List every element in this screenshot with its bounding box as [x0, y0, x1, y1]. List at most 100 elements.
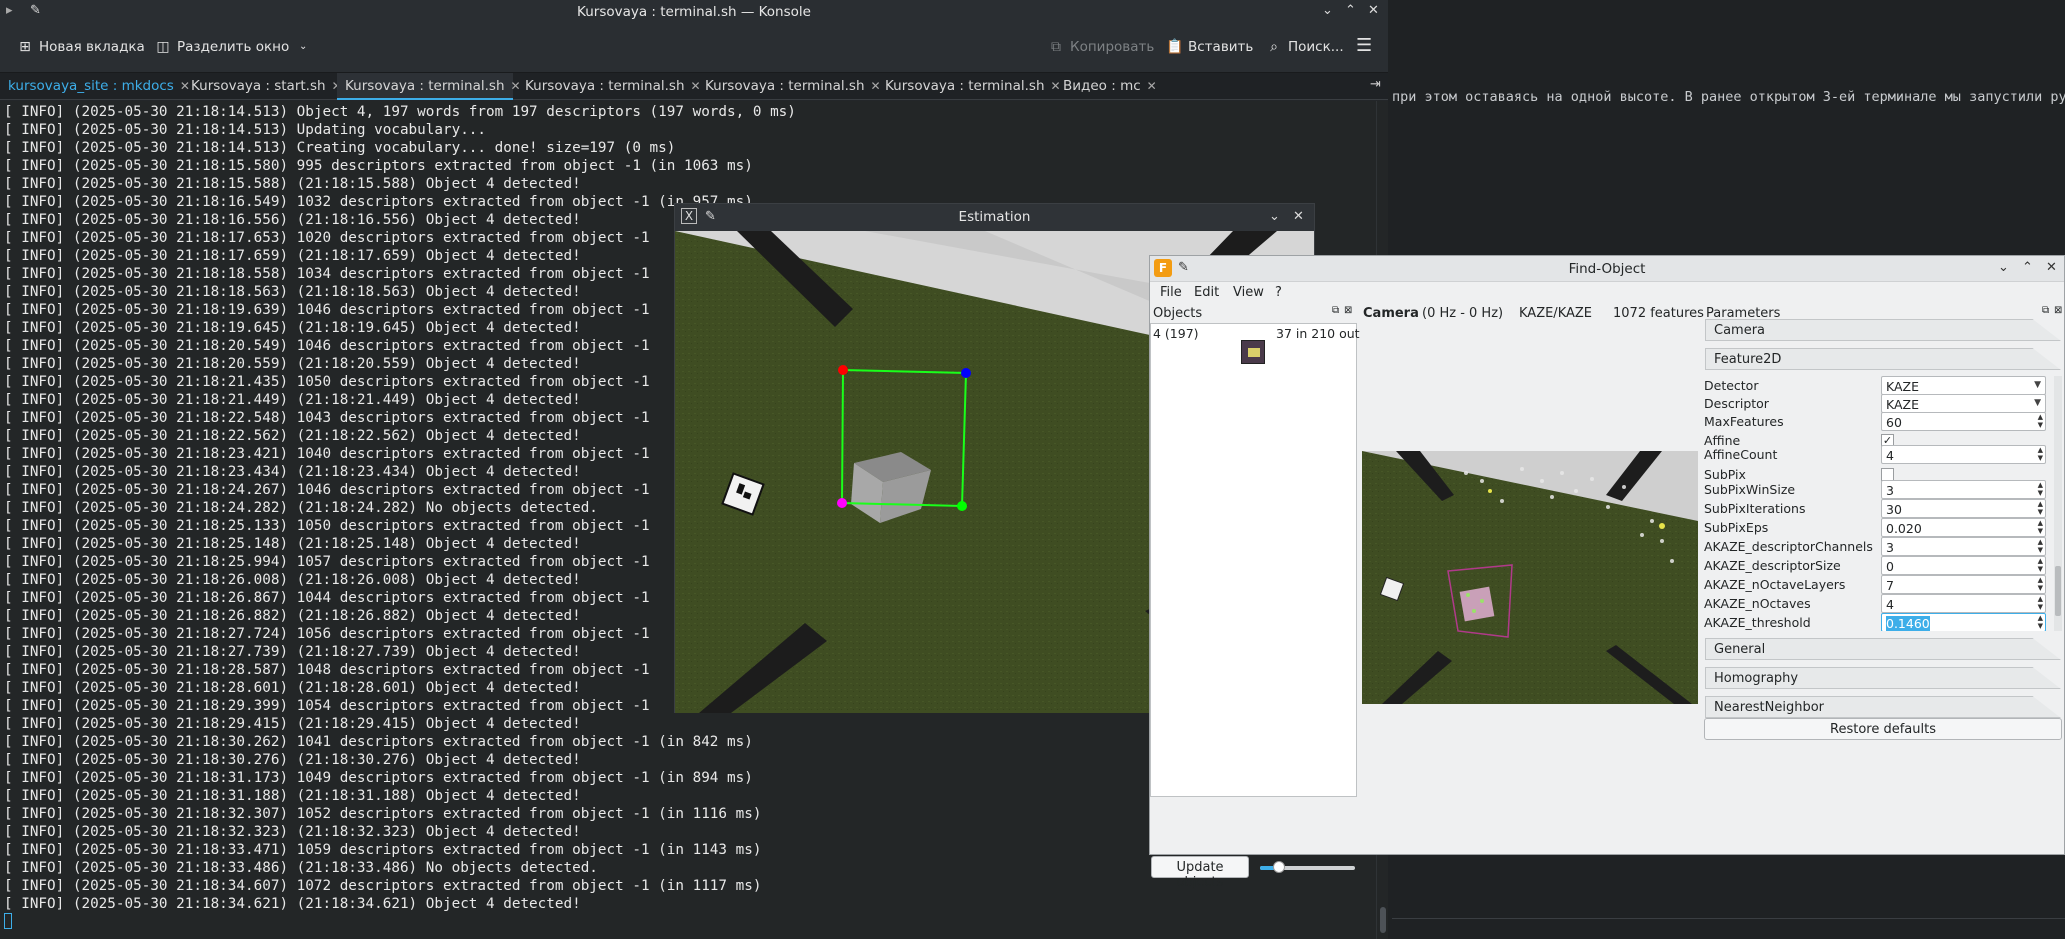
- param-label: Descriptor: [1704, 396, 1769, 411]
- spin-arrows-icon[interactable]: ▲ ▼: [2038, 481, 2043, 497]
- close-icon[interactable]: ✕: [1368, 3, 1379, 18]
- maximize-icon[interactable]: ⌃: [1345, 3, 1356, 18]
- param-spinbox[interactable]: 4 ▲ ▼: [1881, 594, 2046, 613]
- restore-defaults-button[interactable]: Restore defaults: [1704, 718, 2062, 740]
- tab-1[interactable]: kursovaya_site : mkdocs ✕: [0, 73, 190, 100]
- param-spinbox[interactable]: 4 ▲ ▼: [1881, 445, 2046, 464]
- konsole-tab-bar: kursovaya_site : mkdocs ✕ Kursovaya : star…: [0, 73, 1388, 100]
- menu-file[interactable]: File: [1160, 285, 1182, 300]
- param-combobox[interactable]: KAZE ▼: [1881, 376, 2046, 395]
- param-label: AKAZE_nOctaves: [1704, 596, 1811, 611]
- param-spinbox[interactable]: 0.020 ▲ ▼: [1881, 518, 2046, 537]
- tab-2[interactable]: Kursovaya : start.sh✕: [183, 73, 342, 100]
- paste-label: Вставить: [1188, 39, 1254, 55]
- float-icon[interactable]: ⧉: [2042, 305, 2049, 316]
- spin-arrows-icon[interactable]: ▲ ▼: [2038, 614, 2043, 630]
- terminal-line: [ INFO] (2025-05-30 21:18:30.276) (21:18…: [4, 752, 581, 768]
- scrollbar-thumb[interactable]: [2055, 566, 2061, 616]
- spin-arrows-icon[interactable]: ▲ ▼: [2038, 413, 2043, 429]
- close-icon[interactable]: ⊠: [2054, 305, 2062, 316]
- spin-arrows-icon[interactable]: ▲ ▼: [2038, 595, 2043, 611]
- param-spinbox[interactable]: 0.1460 ▲ ▼: [1881, 613, 2046, 631]
- maximize-icon[interactable]: ⌃: [2022, 260, 2033, 275]
- find-object-title: Find-Object: [1568, 261, 1646, 277]
- objects-list[interactable]: 4 (197) 37 in 210 out: [1150, 323, 1360, 797]
- spin-arrows-icon[interactable]: ▲ ▼: [2038, 500, 2043, 516]
- menu-edit[interactable]: Edit: [1194, 285, 1219, 300]
- new-tab-button[interactable]: ⊞ Новая вкладка: [17, 39, 145, 55]
- close-icon[interactable]: ✕: [2046, 260, 2057, 275]
- param-value: 60: [1886, 415, 1902, 430]
- spin-arrows-icon[interactable]: ▲ ▼: [2038, 519, 2043, 535]
- terminal-line: [ INFO] (2025-05-30 21:18:17.653) 1020 d…: [4, 230, 650, 246]
- param-label: SubPixWinSize: [1704, 482, 1796, 497]
- menu-view[interactable]: View: [1233, 285, 1264, 300]
- param-row: MaxFeatures 60 ▲ ▼: [1704, 412, 2056, 432]
- split-view-button[interactable]: ◫ Разделить окно ⌄: [155, 39, 311, 55]
- find-object-titlebar[interactable]: F ✎ Find-Object ⌄ ⌃ ✕: [1150, 256, 2064, 282]
- tab-4[interactable]: Kursovaya : terminal.sh ✕: [517, 73, 701, 100]
- param-value: 3: [1886, 540, 1894, 555]
- estimation-titlebar[interactable]: X ✎ Estimation ⌄ ✕: [675, 204, 1314, 231]
- update-objects-button[interactable]: Update objects: [1151, 856, 1249, 890]
- spin-arrows-icon[interactable]: ▲ ▼: [2038, 538, 2043, 554]
- param-spinbox[interactable]: 3 ▲ ▼: [1881, 537, 2046, 556]
- section-feature2d[interactable]: Feature2D: [1705, 348, 2061, 370]
- new-tab-icon[interactable]: ⇥: [1370, 77, 1381, 92]
- minimize-icon[interactable]: ⌄: [1322, 3, 1333, 18]
- spin-arrows-icon[interactable]: ▲ ▼: [2038, 557, 2043, 573]
- tab-5[interactable]: Kursovaya : terminal.sh ✕: [697, 73, 881, 100]
- find-button[interactable]: ⌕ Поиск...: [1266, 39, 1344, 55]
- scrollbar-thumb[interactable]: [1380, 907, 1386, 933]
- background-divider: [1392, 918, 2065, 919]
- new-tab-label: Новая вкладка: [39, 39, 145, 55]
- terminal-line: [ INFO] (2025-05-30 21:18:18.558) 1034 d…: [4, 266, 650, 282]
- konsole-titlebar[interactable]: ▸ ✎ Kursovaya : terminal.sh — Konsole ⌄ …: [0, 0, 1388, 24]
- tab-label: kursovaya_site : mkdocs: [8, 78, 174, 94]
- param-spinbox[interactable]: 30 ▲ ▼: [1881, 499, 2046, 518]
- param-spinbox[interactable]: 0 ▲ ▼: [1881, 556, 2046, 575]
- spin-arrows-icon[interactable]: ▲ ▼: [2038, 446, 2043, 462]
- section-camera[interactable]: Camera: [1705, 319, 2061, 341]
- copy-button[interactable]: ⧉ Копировать: [1048, 39, 1154, 55]
- tab-6[interactable]: Kursovaya : terminal.sh ✕: [877, 73, 1061, 100]
- section-nearest-neighbor[interactable]: NearestNeighbor: [1705, 696, 2061, 718]
- minimize-icon[interactable]: ⌄: [1269, 209, 1280, 224]
- param-spinbox[interactable]: 7 ▲ ▼: [1881, 575, 2046, 594]
- close-icon[interactable]: ✕: [1293, 209, 1304, 224]
- param-label: AKAZE_descriptorSize: [1704, 558, 1841, 573]
- param-value: KAZE: [1886, 397, 1919, 412]
- objects-header: Objects: [1153, 306, 1203, 321]
- float-icon[interactable]: ⧉: [1332, 305, 1339, 316]
- camera-image[interactable]: [1362, 451, 1698, 704]
- tab-3[interactable]: Kursovaya : terminal.sh ✕: [337, 73, 521, 100]
- param-spinbox[interactable]: 60 ▲ ▼: [1881, 412, 2046, 431]
- parameters-scrollbar[interactable]: [2054, 376, 2062, 631]
- terminal-line: [ INFO] (2025-05-30 21:18:33.486) (21:18…: [4, 860, 598, 876]
- minimize-icon[interactable]: ⌄: [1998, 260, 2009, 275]
- tab-7[interactable]: Видео : mc ✕: [1055, 73, 1157, 100]
- terminal-line: [ INFO] (2025-05-30 21:18:14.513) Object…: [4, 104, 796, 120]
- terminal-line: [ INFO] (2025-05-30 21:18:14.513) Creati…: [4, 140, 676, 156]
- paste-button[interactable]: 📋 Вставить: [1166, 39, 1253, 55]
- param-spinbox[interactable]: 3 ▲ ▼: [1881, 480, 2046, 499]
- section-general[interactable]: General: [1705, 638, 2061, 660]
- tab-close-icon[interactable]: ✕: [1147, 79, 1157, 93]
- object-thumbnail[interactable]: [1241, 340, 1265, 364]
- param-combobox[interactable]: KAZE ▼: [1881, 394, 2046, 413]
- param-value: 3: [1886, 483, 1894, 498]
- param-label: Detector: [1704, 378, 1759, 393]
- estimation-title: Estimation: [958, 209, 1031, 225]
- spin-arrows-icon[interactable]: ▲ ▼: [2038, 576, 2043, 592]
- section-homography[interactable]: Homography: [1705, 667, 2061, 689]
- slider-handle[interactable]: [1273, 861, 1285, 873]
- param-value: 0.020: [1886, 521, 1922, 536]
- param-row: SubPixIterations 30 ▲ ▼: [1704, 499, 2056, 519]
- param-row: AKAZE_nOctaves 4 ▲ ▼: [1704, 594, 2056, 614]
- hamburger-menu-button[interactable]: ☰: [1356, 35, 1372, 56]
- close-icon[interactable]: ⊠: [1344, 305, 1352, 316]
- objects-slider[interactable]: [1260, 861, 1355, 873]
- terminal-line: [ INFO] (2025-05-30 21:18:30.262) 1041 d…: [4, 734, 753, 750]
- terminal-line: [ INFO] (2025-05-30 21:18:17.659) (21:18…: [4, 248, 581, 264]
- menu-help[interactable]: ?: [1275, 285, 1282, 300]
